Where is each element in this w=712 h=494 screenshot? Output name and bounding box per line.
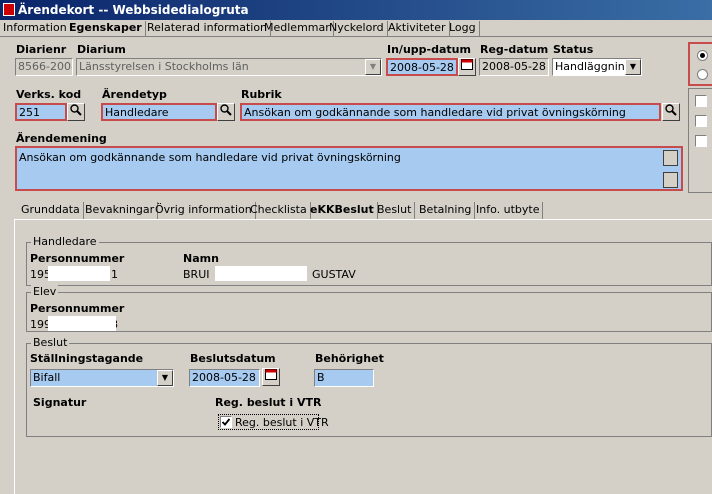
- signatur-label: Signatur: [33, 396, 87, 409]
- handledare-firstname: BRUI: [183, 268, 210, 281]
- tab-divider: [0, 36, 712, 37]
- top-tab-bar: Information Egenskaper Relaterad informa…: [0, 20, 712, 37]
- stallningstagande-value: Bifall: [33, 371, 61, 384]
- right-checkbox-3[interactable]: [695, 135, 707, 147]
- handledare-legend: Handledare: [31, 235, 99, 248]
- status-dropdown-icon[interactable]: ▼: [625, 59, 641, 75]
- tab-nyckelord[interactable]: Nyckelord: [326, 21, 388, 37]
- beslutsdatum-label: Beslutsdatum: [190, 352, 276, 365]
- beslut-legend: Beslut: [31, 336, 70, 349]
- arendemening-value: Ansökan om godkännande som handledare vi…: [19, 151, 401, 164]
- window-title: Ärendekort -- Webbsidedialogruta: [18, 3, 249, 17]
- verks-kod-field[interactable]: 251: [15, 103, 67, 121]
- handledare-namn-redaction: [215, 266, 307, 281]
- right-radio-group: [688, 42, 712, 86]
- window-title-bar: Ärendekort -- Webbsidedialogruta: [0, 0, 712, 20]
- elev-pnr-label: Personnummer: [30, 302, 125, 315]
- beslutsdatum-field[interactable]: 2008-05-28: [189, 369, 260, 387]
- arendetyp-search-icon[interactable]: [217, 103, 235, 121]
- arendemening-textarea[interactable]: Ansökan om godkännande som handledare vi…: [15, 146, 683, 191]
- handledare-pnr-redaction: [48, 266, 110, 281]
- stallningstagande-select[interactable]: Bifall: [30, 369, 174, 387]
- handledare-group: Handledare: [26, 235, 712, 286]
- reg-datum-label: Reg-datum: [480, 43, 549, 56]
- tab-ekkbeslut[interactable]: eKKBeslut: [307, 202, 378, 219]
- beslutsdatum-calendar-icon[interactable]: [262, 368, 280, 386]
- diarium-dropdown-icon[interactable]: ▼: [365, 59, 381, 75]
- diarium-value: Länsstyrelsen i Stockholms län: [79, 60, 249, 73]
- handledare-lastname: GUSTAV: [312, 268, 356, 281]
- behorighet-field[interactable]: B: [314, 369, 374, 387]
- reg-beslut-vtr-label: Reg. beslut i VTR: [215, 396, 322, 409]
- tab-betalning[interactable]: Betalning: [416, 202, 476, 219]
- radio-selected-dot: [700, 53, 705, 58]
- inupp-datum-field[interactable]: 2008-05-28: [386, 58, 458, 76]
- elev-legend: Elev: [31, 285, 59, 298]
- scroll-down-button[interactable]: [663, 172, 678, 188]
- status-value: Handläggning: [555, 60, 632, 73]
- handledare-namn-label: Namn: [183, 252, 219, 265]
- rubrik-field[interactable]: Ansökan om godkännande som handledare vi…: [240, 103, 661, 121]
- reg-beslut-vtr-checkbox-label: Reg. beslut i VTR: [235, 416, 329, 429]
- tab-egenskaper[interactable]: Egenskaper: [66, 21, 146, 37]
- calendar-icon[interactable]: [458, 58, 476, 76]
- scroll-up-button[interactable]: [663, 150, 678, 166]
- diarienr-label: Diarienr: [16, 43, 67, 56]
- arendetyp-label: Ärendetyp: [102, 88, 167, 101]
- tab-checklista[interactable]: Checklista: [247, 202, 311, 219]
- tab-info-utbyte[interactable]: Info. utbyte: [473, 202, 544, 219]
- sub-tab-bar: Grunddata Bevakningar Övrig information …: [14, 202, 712, 219]
- arendemening-label: Ärendemening: [16, 132, 107, 145]
- behorighet-label: Behörighet: [315, 352, 384, 365]
- tab-bevakningar[interactable]: Bevakningar: [82, 202, 159, 219]
- reg-beslut-vtr-checkbox[interactable]: Reg. beslut i VTR: [218, 414, 329, 430]
- status-label: Status: [553, 43, 594, 56]
- inupp-datum-label: In/upp-datum: [387, 43, 471, 56]
- stallningstagande-label: Ställningstagande: [30, 352, 144, 365]
- diarienr-field: 8566-2008: [15, 58, 73, 76]
- reg-beslut-vtr-checkbox-box: [220, 416, 232, 428]
- verks-kod-search-icon[interactable]: [67, 103, 85, 121]
- stallningstagande-dropdown-icon[interactable]: ▼: [157, 370, 173, 386]
- radio-option-2[interactable]: [697, 69, 708, 80]
- handledare-pnr-label: Personnummer: [30, 252, 125, 265]
- right-checkbox-group: [688, 88, 712, 193]
- elev-pnr-redaction: [48, 316, 116, 331]
- app-icon: [3, 3, 15, 16]
- tab-ovrig-information[interactable]: Övrig information: [152, 202, 256, 219]
- rubrik-label: Rubrik: [241, 88, 282, 101]
- tab-logg[interactable]: Logg: [446, 21, 480, 37]
- reg-datum-field: 2008-05-28: [479, 58, 549, 76]
- tab-information[interactable]: Information: [0, 21, 71, 37]
- elev-group: Elev: [26, 285, 712, 332]
- rubrik-search-icon[interactable]: [662, 103, 680, 121]
- verks-kod-label: Verks. kod: [16, 88, 82, 101]
- tab-grunddata[interactable]: Grunddata: [18, 202, 84, 219]
- diarium-label: Diarium: [77, 43, 126, 56]
- tab-beslut[interactable]: Beslut: [374, 202, 416, 219]
- tab-relaterad-information[interactable]: Relaterad information: [144, 21, 272, 37]
- diarium-select[interactable]: Länsstyrelsen i Stockholms län: [76, 58, 382, 76]
- right-checkbox-1[interactable]: [695, 95, 707, 107]
- tab-medlemmar[interactable]: Medlemmar: [261, 21, 334, 37]
- tab-aktiviteter[interactable]: Aktiviteter: [385, 21, 450, 37]
- arendetyp-field[interactable]: Handledare: [101, 103, 217, 121]
- right-checkbox-2[interactable]: [695, 115, 707, 127]
